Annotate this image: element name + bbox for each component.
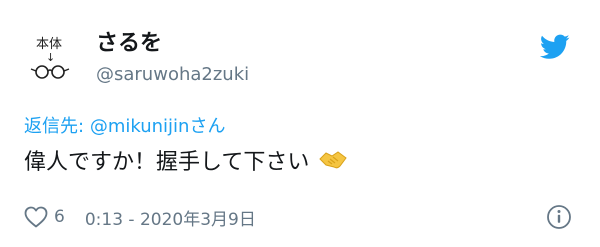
avatar-text-arrow: ↓ — [46, 51, 55, 64]
glasses-left-lens — [35, 65, 49, 79]
info-circle-icon[interactable] — [546, 204, 572, 230]
tweet-text: 偉人ですか！握手して下さい — [24, 150, 310, 175]
tweet-card: 本体 ↓ さるを @saruwoha2zuki 返信先: @mikunijinさ… — [0, 0, 600, 247]
glasses-bridge — [47, 69, 53, 72]
reply-prefix: 返信先: — [24, 116, 85, 137]
glasses-right-lens — [51, 65, 65, 79]
reply-context: 返信先: @mikunijinさん — [24, 114, 225, 140]
avatar-drawing: 本体 ↓ — [30, 37, 70, 79]
user-handle[interactable]: @saruwoha2zuki — [96, 62, 249, 88]
tweet-footer: 6 0:13 - 2020年3月9日 — [24, 202, 572, 232]
twitter-bird-icon[interactable] — [540, 34, 570, 60]
like-count: 6 — [54, 207, 65, 227]
like-button[interactable]: 6 — [24, 206, 65, 228]
timestamp-link[interactable]: 0:13 - 2020年3月9日 — [85, 205, 256, 230]
display-name[interactable]: さるを — [96, 29, 162, 59]
handshake-emoji — [319, 151, 348, 169]
tweet-body: 偉人ですか！握手して下さい — [24, 147, 348, 179]
reply-mention-link[interactable]: @mikunijinさん — [90, 116, 226, 137]
heart-outline-icon — [24, 206, 48, 228]
avatar-text-top: 本体 — [36, 37, 62, 52]
avatar[interactable]: 本体 ↓ — [22, 28, 78, 84]
